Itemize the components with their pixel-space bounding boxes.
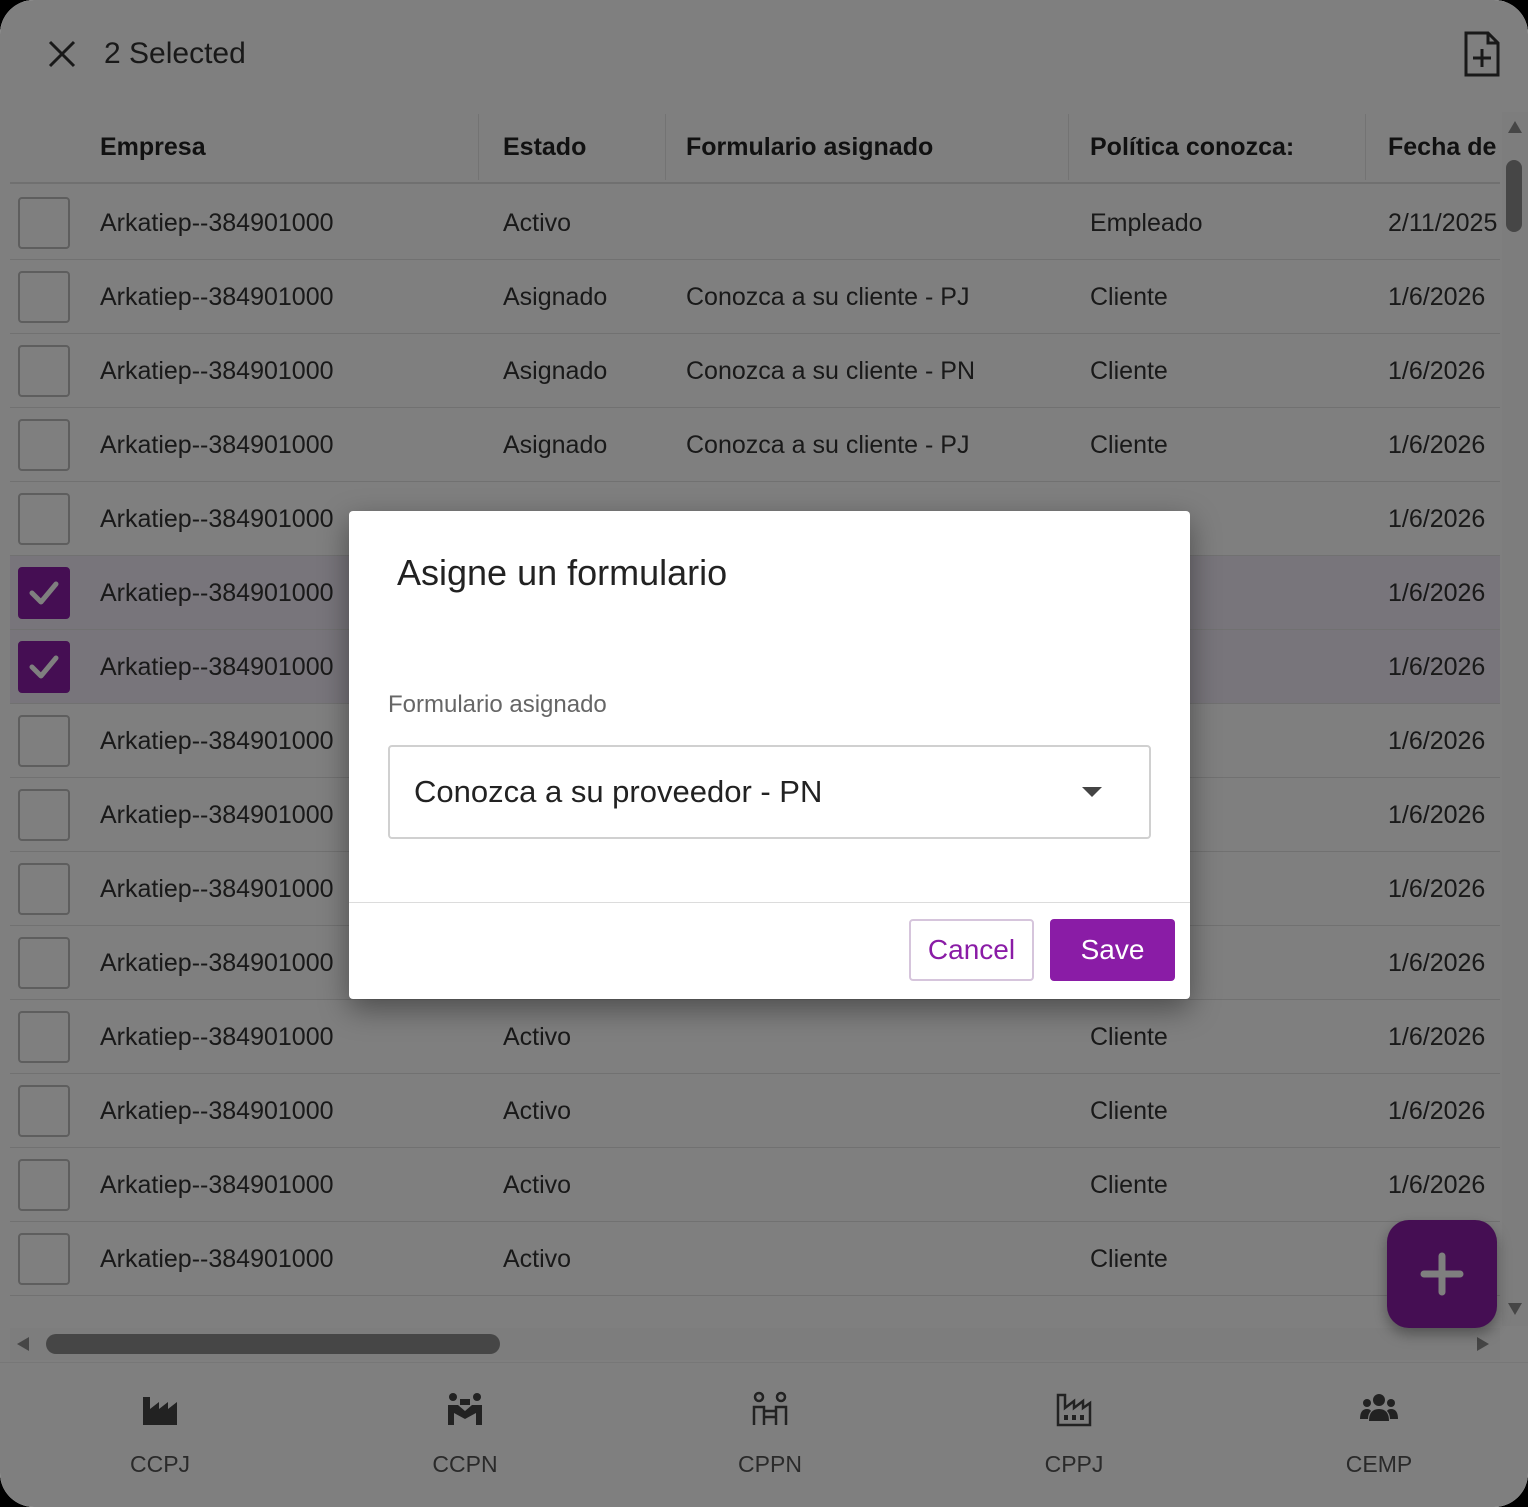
dialog-divider (349, 902, 1190, 903)
form-select-label: Formulario asignado (388, 691, 607, 718)
app-screen: 2 Selected Empresa Estado Formulario asi… (0, 0, 1528, 1507)
save-button[interactable]: Save (1050, 919, 1175, 981)
form-select[interactable]: Conozca a su proveedor - PN (388, 745, 1151, 839)
dialog-title: Asigne un formulario (397, 552, 728, 593)
cancel-button[interactable]: Cancel (909, 919, 1034, 981)
dropdown-arrow-icon (1082, 787, 1102, 797)
assign-form-dialog: Asigne un formulario Formulario asignado… (349, 511, 1190, 999)
form-select-value: Conozca a su proveedor - PN (414, 774, 823, 809)
